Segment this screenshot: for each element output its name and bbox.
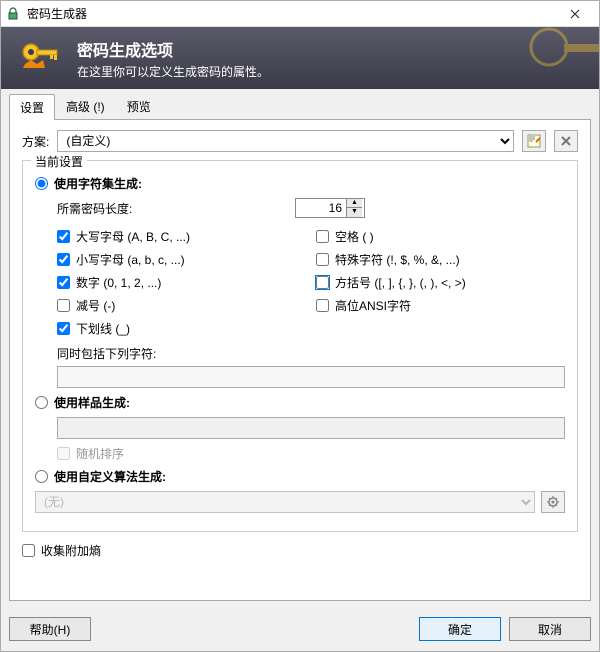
delete-profile-button[interactable] <box>554 130 578 152</box>
header: 密码生成选项 在这里你可以定义生成密码的属性。 <box>1 27 599 89</box>
chk-lower[interactable] <box>57 253 70 266</box>
chk-collect-entropy[interactable] <box>22 544 35 557</box>
current-settings-fieldset: 当前设置 使用字符集生成: 所需密码长度: ▲ ▼ <box>22 160 578 532</box>
chk-underscore-label: 下划线 (_) <box>76 320 130 337</box>
checkbox-grid: 大写字母 (A, B, C, ...) 空格 ( ) 小写字母 (a, b, c… <box>57 228 565 337</box>
chk-brackets-label: 方括号 ([, ], {, }, (, ), <, >) <box>335 274 466 291</box>
content-panel: 方案: (自定义) 当前设置 使用字符集生成: 所需密码长度: <box>9 119 591 601</box>
cancel-button[interactable]: 取消 <box>509 617 591 641</box>
spin-up[interactable]: ▲ <box>347 199 362 208</box>
radio-charset[interactable] <box>35 177 48 190</box>
titlebar: 密码生成器 <box>1 1 599 27</box>
tabs: 设置 高级 (!) 预览 <box>1 89 599 119</box>
custom-algo-select: (无) <box>35 491 535 513</box>
header-decoration <box>419 27 599 89</box>
chk-random-perm-label: 随机排序 <box>76 445 124 462</box>
length-input[interactable] <box>296 199 346 217</box>
radio-charset-row: 使用字符集生成: <box>35 175 565 192</box>
close-button[interactable] <box>555 2 595 26</box>
length-row: 所需密码长度: ▲ ▼ <box>57 198 565 218</box>
header-text: 密码生成选项 在这里你可以定义生成密码的属性。 <box>77 37 269 80</box>
radio-pattern-label: 使用样品生成: <box>54 394 130 411</box>
help-button[interactable]: 帮助(H) <box>9 617 91 641</box>
chk-space[interactable] <box>316 230 329 243</box>
save-profile-button[interactable] <box>522 130 546 152</box>
ok-button[interactable]: 确定 <box>419 617 501 641</box>
footer: 帮助(H) 确定 取消 <box>9 617 591 641</box>
chk-special-label: 特殊字符 (!, $, %, &, ...) <box>335 251 460 268</box>
radio-custom[interactable] <box>35 470 48 483</box>
tab-advanced[interactable]: 高级 (!) <box>55 93 116 119</box>
chk-special[interactable] <box>316 253 329 266</box>
chk-upper-label: 大写字母 (A, B, C, ...) <box>76 228 190 245</box>
chk-highansi[interactable] <box>316 299 329 312</box>
chk-space-label: 空格 ( ) <box>335 228 374 245</box>
spin-down[interactable]: ▼ <box>347 208 362 217</box>
chk-upper[interactable] <box>57 230 70 243</box>
chk-digits-label: 数字 (0, 1, 2, ...) <box>76 274 161 291</box>
tab-settings[interactable]: 设置 <box>9 94 55 120</box>
scheme-select[interactable]: (自定义) <box>57 130 514 152</box>
length-spinner: ▲ ▼ <box>295 198 365 218</box>
radio-pattern-row: 使用样品生成: <box>35 394 565 411</box>
chk-lower-label: 小写字母 (a, b, c, ...) <box>76 251 185 268</box>
also-include-label: 同时包括下列字符: <box>57 345 565 362</box>
chk-random-perm <box>57 447 70 460</box>
header-title: 密码生成选项 <box>77 37 269 61</box>
scheme-row: 方案: (自定义) <box>22 130 578 152</box>
tab-preview[interactable]: 预览 <box>116 93 162 119</box>
custom-algo-settings-button[interactable] <box>541 491 565 513</box>
chk-brackets[interactable] <box>316 276 329 289</box>
key-icon <box>17 34 65 82</box>
chk-minus[interactable] <box>57 299 70 312</box>
pattern-input <box>57 417 565 439</box>
length-label: 所需密码长度: <box>57 200 132 217</box>
lock-icon <box>5 6 21 22</box>
radio-pattern[interactable] <box>35 396 48 409</box>
chk-highansi-label: 高位ANSI字符 <box>335 297 411 314</box>
radio-custom-label: 使用自定义算法生成: <box>54 468 166 485</box>
also-include-input[interactable] <box>57 366 565 388</box>
scheme-label: 方案: <box>22 133 49 150</box>
radio-charset-label: 使用字符集生成: <box>54 175 142 192</box>
chk-minus-label: 减号 (-) <box>76 297 115 314</box>
chk-collect-entropy-label: 收集附加熵 <box>41 542 101 559</box>
chk-underscore[interactable] <box>57 322 70 335</box>
fieldset-legend: 当前设置 <box>31 153 87 170</box>
window-title: 密码生成器 <box>27 5 555 22</box>
chk-digits[interactable] <box>57 276 70 289</box>
window: 密码生成器 密码生成选项 在这里你可以定义生成密码的属性。 设置 高级 (!) <box>0 0 600 652</box>
header-subtitle: 在这里你可以定义生成密码的属性。 <box>77 63 269 80</box>
radio-custom-row: 使用自定义算法生成: <box>35 468 565 485</box>
